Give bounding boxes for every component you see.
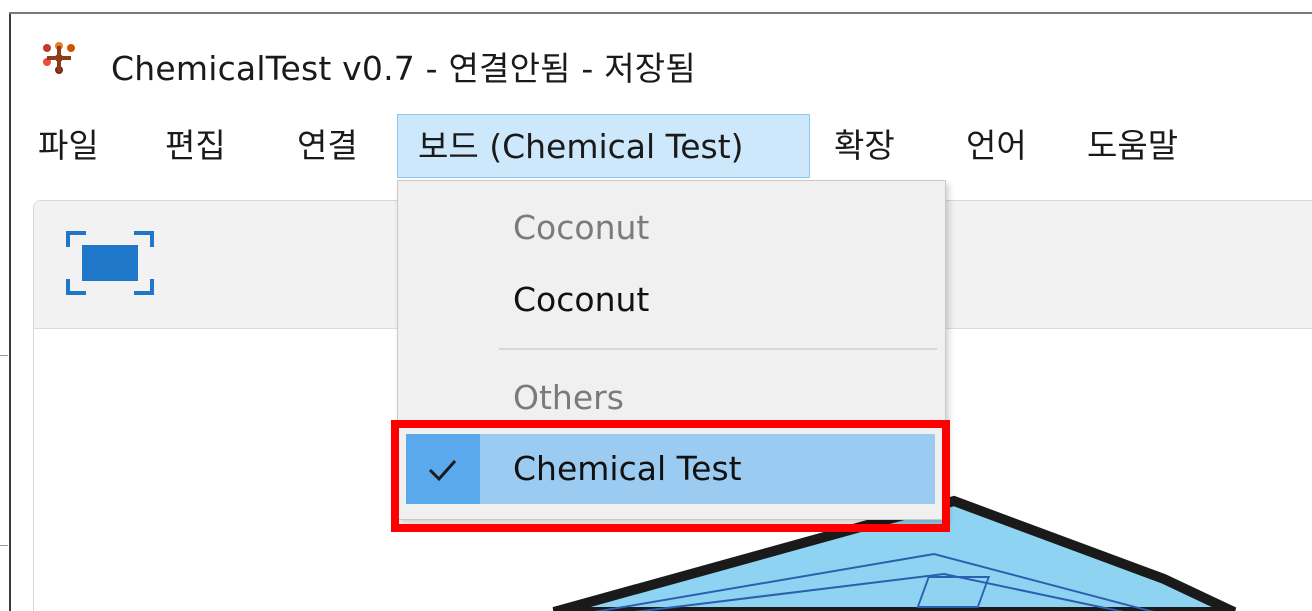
menu-option-label: Chemical Test [513,449,742,488]
app-window: ChemicalTest v0.7 - 연결안됨 - 저장됨 파일 편집 연결 … [0,0,1312,611]
left-margin [0,0,9,611]
window-title: ChemicalTest v0.7 - 연결안됨 - 저장됨 [111,49,696,88]
menu-section-header-others: Others [513,378,624,417]
title-bar: ChemicalTest v0.7 - 연결안됨 - 저장됨 [11,14,1312,114]
menu-extensions[interactable]: 확장 [834,114,895,178]
menu-bar: 파일 편집 연결 보드 (Chemical Test) 확장 언어 도움말 [11,114,1312,180]
app-logo-icon [43,42,75,74]
menu-board[interactable]: 보드 (Chemical Test) [397,114,810,178]
menu-separator [499,348,937,350]
menu-help[interactable]: 도움말 [1087,114,1178,178]
menu-edit[interactable]: 편집 [165,114,226,178]
menu-connect[interactable]: 연결 [297,114,358,178]
check-indicator [406,434,480,504]
menu-language[interactable]: 언어 [966,114,1027,178]
checkmark-icon [428,460,457,482]
menu-section-header-coconut: Coconut [513,208,650,247]
menu-option-chemical-test[interactable]: Chemical Test [406,434,935,504]
menu-file[interactable]: 파일 [38,114,99,178]
menu-option-coconut[interactable]: Coconut [398,265,945,335]
board-dropdown-menu: Coconut Coconut Others Chemical Test [397,180,946,520]
fullscreen-icon[interactable] [66,231,154,295]
